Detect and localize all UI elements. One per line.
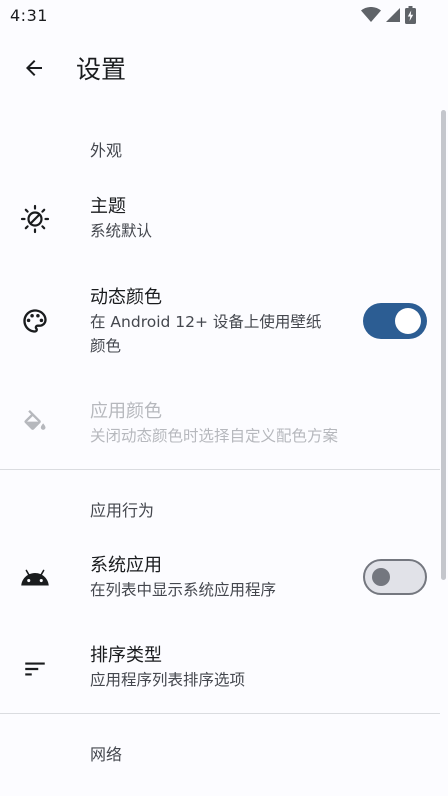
pref-system-apps-summary: 在列表中显示系统应用程序 bbox=[90, 581, 277, 599]
pref-system-apps-text: 系统应用 在列表中显示系统应用程序 bbox=[90, 553, 276, 602]
section-header-appearance: 外观 bbox=[90, 141, 123, 160]
section-divider bbox=[0, 713, 440, 714]
pref-theme[interactable]: 主题 系统默认 bbox=[0, 190, 440, 252]
scrollbar[interactable] bbox=[441, 110, 446, 580]
pref-theme-summary: 系统默认 bbox=[90, 222, 153, 240]
pref-dynamic-color-text: 动态颜色 在 Android 12+ 设备上使用壁纸 颜色 bbox=[90, 285, 321, 358]
section-header-network: 网络 bbox=[90, 745, 123, 764]
pref-dynamic-color-summary-line1: 在 Android 12+ 设备上使用壁纸 bbox=[90, 313, 322, 331]
dynamic-color-switch[interactable] bbox=[363, 303, 427, 339]
brightness-icon bbox=[18, 202, 52, 236]
pref-app-color-title: 应用颜色 bbox=[90, 401, 162, 422]
signal-icon bbox=[385, 7, 401, 23]
pref-system-apps[interactable]: 系统应用 在列表中显示系统应用程序 bbox=[0, 550, 440, 608]
switch-thumb bbox=[372, 568, 390, 586]
settings-screen: 4:31 设置 外观 主题 系统默认 动态颜色 在 Android 12+ 设备… bbox=[0, 0, 448, 796]
pref-theme-title: 主题 bbox=[90, 196, 126, 217]
back-button[interactable] bbox=[14, 50, 54, 90]
android-icon bbox=[18, 561, 52, 595]
format-color-fill-icon bbox=[18, 407, 52, 441]
top-app-bar: 设置 bbox=[0, 40, 448, 100]
pref-sort-type[interactable]: 排序类型 应用程序列表排序选项 bbox=[0, 640, 440, 698]
wifi-icon bbox=[361, 7, 381, 23]
status-bar: 4:31 bbox=[0, 0, 448, 30]
switch-thumb bbox=[395, 308, 421, 334]
page-title: 设置 bbox=[76, 55, 127, 84]
status-icons bbox=[361, 4, 416, 26]
pref-theme-text: 主题 系统默认 bbox=[90, 194, 152, 243]
battery-charging-icon bbox=[405, 6, 416, 24]
pref-dynamic-color-summary-line2: 颜色 bbox=[90, 337, 122, 355]
pref-dynamic-color[interactable]: 动态颜色 在 Android 12+ 设备上使用壁纸 颜色 bbox=[0, 282, 440, 364]
section-header-app-behavior: 应用行为 bbox=[90, 501, 155, 520]
pref-dynamic-color-title: 动态颜色 bbox=[90, 287, 162, 308]
arrow-back-icon bbox=[22, 56, 46, 84]
section-divider bbox=[0, 469, 440, 470]
pref-app-color: 应用颜色 关闭动态颜色时选择自定义配色方案 bbox=[0, 397, 440, 453]
pref-system-apps-title: 系统应用 bbox=[90, 555, 162, 576]
pref-sort-type-summary: 应用程序列表排序选项 bbox=[90, 671, 246, 689]
pref-sort-type-title: 排序类型 bbox=[90, 645, 162, 666]
palette-icon bbox=[18, 304, 52, 338]
system-apps-switch[interactable] bbox=[363, 559, 427, 595]
status-time: 4:31 bbox=[10, 6, 48, 25]
sort-icon bbox=[18, 652, 52, 686]
pref-app-color-summary: 关闭动态颜色时选择自定义配色方案 bbox=[90, 427, 339, 445]
pref-sort-type-text: 排序类型 应用程序列表排序选项 bbox=[90, 643, 245, 692]
pref-app-color-text: 应用颜色 关闭动态颜色时选择自定义配色方案 bbox=[90, 399, 338, 448]
